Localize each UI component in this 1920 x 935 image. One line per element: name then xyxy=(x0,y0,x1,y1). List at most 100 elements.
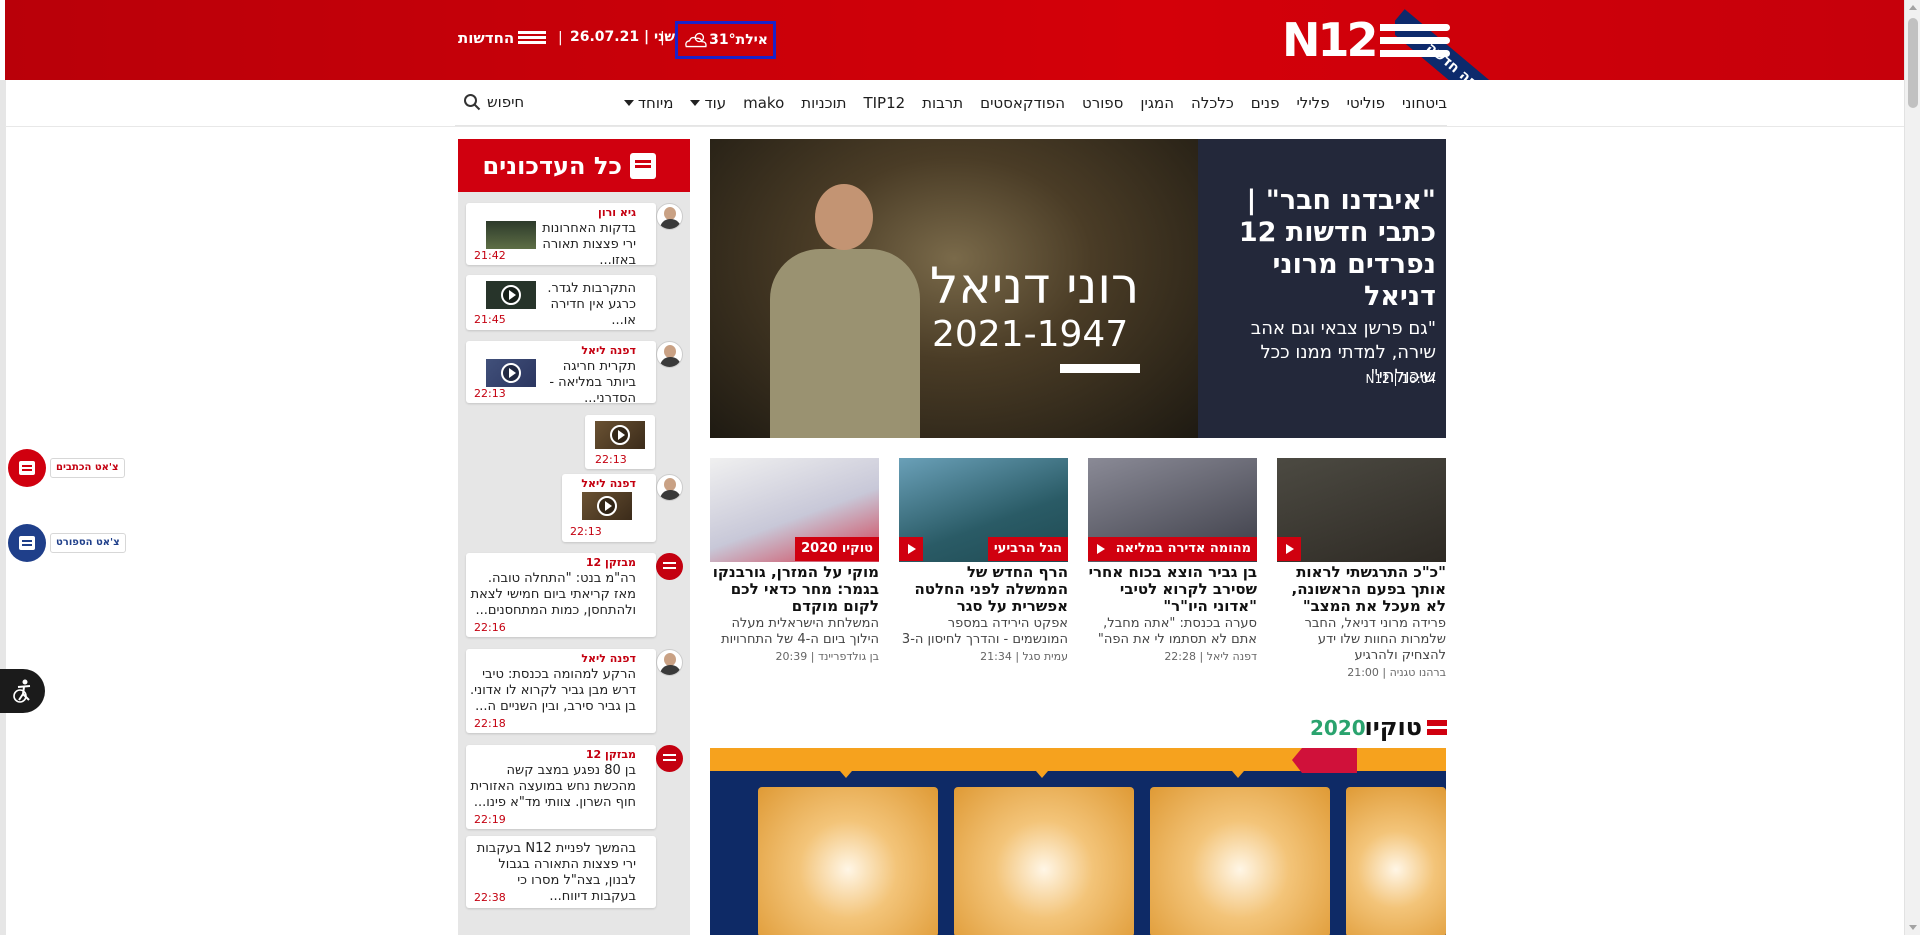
updates-header[interactable]: כל העדכונים xyxy=(458,139,690,192)
article-title[interactable]: מוקי על המזרן, גורבנקו בגמר: מחר כדאי לכ… xyxy=(710,564,879,615)
nav-item[interactable]: כלכלה xyxy=(1191,94,1234,112)
hero-meta: N12 | 16:04 xyxy=(1365,372,1436,386)
nav-special-dropdown[interactable]: מיוחד xyxy=(623,94,673,112)
update-card[interactable]: בהמשך לפניית N12 בעקבות ירי פצצות התאורה… xyxy=(466,836,656,908)
header-separator: | xyxy=(558,30,563,46)
nav-item[interactable]: תוכניות xyxy=(801,94,846,112)
hero-photo-years: 2021-1947 xyxy=(932,314,1129,355)
carousel-tile[interactable] xyxy=(1346,787,1446,935)
nav-item[interactable]: הפודקאסטים xyxy=(980,94,1065,112)
chat-sport-button[interactable]: צ'אט הספורט xyxy=(8,524,126,562)
avatar xyxy=(656,203,683,230)
play-icon xyxy=(501,363,521,383)
article-time: 20:39 xyxy=(775,650,808,663)
carousel-tile[interactable] xyxy=(1150,787,1330,935)
nav-more-dropdown[interactable]: עוד xyxy=(690,94,726,112)
article-tag[interactable]: הגל הרביעי xyxy=(987,537,1068,561)
article-author: ברהנו טגניה xyxy=(1389,666,1446,679)
hero-article[interactable]: רוני דניאל 2021-1947 "איבדנו חבר" | כתבי… xyxy=(710,139,1446,438)
accessibility-button[interactable] xyxy=(0,669,45,713)
update-author: דפנה ליאל xyxy=(581,477,636,490)
update-card[interactable]: מבזקן 12 רה"מ בנט: "התחלה טובה. מאז קריא… xyxy=(466,553,656,637)
news-link[interactable]: החדשות xyxy=(458,29,547,47)
carousel-notch xyxy=(840,771,852,778)
main-nav: ביטחוני פוליטי פלילי פנים כלכלה המגין ספ… xyxy=(455,80,1447,126)
play-icon xyxy=(501,285,521,305)
scrollbar-thumb[interactable] xyxy=(1908,18,1918,108)
weather-widget[interactable]: 31° אילת xyxy=(675,21,776,59)
chevron-down-icon xyxy=(690,99,701,106)
page-left-edge xyxy=(0,80,6,935)
logo-text: N12 xyxy=(1282,13,1379,67)
update-time: 22:38 xyxy=(474,891,506,904)
update-text: תקרית חריגה ביותר במליאה - הסדרני... xyxy=(549,359,636,406)
date-dash: | xyxy=(639,29,650,45)
play-icon xyxy=(610,425,630,445)
updates-title: כל העדכונים xyxy=(482,151,622,180)
tokyo-word: טוקיו xyxy=(1364,713,1422,741)
play-icon xyxy=(1088,537,1112,561)
update-time: 22:19 xyxy=(474,813,506,826)
update-card[interactable]: התקרבות לגדר. כרגע אין חדירה או... 21:45 xyxy=(466,275,656,330)
tokyo-carousel xyxy=(710,748,1446,935)
article-tag[interactable]: טוקיו 2020 xyxy=(795,537,879,561)
carousel-tile[interactable] xyxy=(758,787,938,935)
header-date: שני | 26.07.21 xyxy=(570,29,675,45)
article-author: עמית סגל xyxy=(1022,650,1068,663)
nav-item[interactable]: TIP12 xyxy=(863,94,905,112)
update-text: התקרבות לגדר. כרגע אין חדירה או... xyxy=(547,281,636,328)
article-card[interactable]: "כ"כ התרגשתי לראות אותך בפעם הראשונה, לא… xyxy=(1277,458,1446,688)
article-card[interactable]: הגל הרביעי הרף החדש של הממשלה לפני החלטה… xyxy=(899,458,1068,688)
article-title[interactable]: הרף החדש של הממשלה לפני החלטה אפשרית על … xyxy=(899,564,1068,615)
nav-item[interactable]: פנים xyxy=(1251,94,1280,112)
update-card[interactable]: דפנה ליאל 22:13 xyxy=(562,474,656,542)
update-card[interactable]: דפנה ליאל הרקע למהומה בכנסת: טיבי דרש מב… xyxy=(466,649,656,733)
scroll-down-icon[interactable] xyxy=(1909,925,1917,930)
nav-item[interactable]: mako xyxy=(743,94,784,112)
article-title[interactable]: "כ"כ התרגשתי לראות אותך בפעם הראשונה, לא… xyxy=(1277,564,1446,615)
chevron-down-icon xyxy=(623,99,634,106)
update-text: בן 80 נפגע במצב קשה מהכשת נחש במועצה האז… xyxy=(470,763,636,810)
search-label: חיפוש xyxy=(487,93,525,111)
vertical-scrollbar[interactable] xyxy=(1904,0,1920,935)
update-card[interactable]: גיא ורון בדקות האחרונות ירי פצצות תאורה … xyxy=(466,203,656,268)
update-author: מבזקן 12 xyxy=(585,556,636,569)
update-author: דפנה ליאל xyxy=(581,344,636,357)
update-time: 22:13 xyxy=(474,387,506,400)
hero-title[interactable]: "איבדנו חבר" | כתבי חדשות 12 נפרדים מרונ… xyxy=(1206,185,1436,313)
n12-logo[interactable]: N12 xyxy=(1282,13,1450,67)
article-author: בן גולדפריינד xyxy=(817,650,879,663)
avatar xyxy=(656,341,683,368)
nav-item[interactable]: ביטחוני xyxy=(1402,94,1447,112)
update-time: 21:42 xyxy=(474,249,506,262)
chat-writers-button[interactable]: צ'אט הכתבים xyxy=(8,449,125,487)
nav-item[interactable]: תרבות xyxy=(922,94,963,112)
tokyo-bars-icon xyxy=(1427,720,1447,738)
update-time: 22:16 xyxy=(474,621,506,634)
nav-item[interactable]: פוליטי xyxy=(1347,94,1385,112)
search-button[interactable]: חיפוש xyxy=(463,93,524,111)
article-title[interactable]: בן גביר הוצא בכוח אחרי שסירב לקרוא לטיבי… xyxy=(1088,564,1257,615)
nav-divider xyxy=(5,126,1904,127)
nav-item[interactable]: ספורט xyxy=(1082,94,1123,112)
article-card[interactable]: טוקיו 2020 מוקי על המזרן, גורבנקו בגמר: … xyxy=(710,458,879,688)
update-card[interactable]: 22:13 xyxy=(585,415,655,469)
update-card[interactable]: מבזקן 12 בן 80 נפגע במצב קשה מהכשת נחש ב… xyxy=(466,745,656,829)
nav-item[interactable]: פלילי xyxy=(1296,94,1329,112)
article-summary: פרידה מרוני דניאל, החבר שלמרות החוות שלו… xyxy=(1304,616,1446,663)
update-card[interactable]: דפנה ליאל תקרית חריגה ביותר במליאה - הסד… xyxy=(466,341,656,406)
carousel-tile[interactable] xyxy=(954,787,1134,935)
flash-news-icon xyxy=(656,745,683,772)
update-time: 22:13 xyxy=(570,525,602,538)
hero-photo: רוני דניאל 2021-1947 xyxy=(710,139,1198,438)
article-tag[interactable]: מהומה אדירה במליאה xyxy=(1109,537,1257,561)
hero-photo-name: רוני דניאל xyxy=(930,257,1140,315)
nav-item[interactable]: המגין xyxy=(1140,94,1174,112)
carousel-active-tab[interactable] xyxy=(1292,748,1357,773)
tokyo-2020-logo[interactable]: טוקיו 2020 xyxy=(1310,713,1447,743)
chat-writers-label: צ'אט הכתבים xyxy=(50,458,125,478)
update-text: הרקע למהומה בכנסת: טיבי דרש מבן גביר לקר… xyxy=(470,667,636,714)
article-meta: בן גולדפריינד | 20:39 xyxy=(775,650,879,663)
scroll-up-icon[interactable] xyxy=(1909,5,1917,10)
article-card[interactable]: מהומה אדירה במליאה בן גביר הוצא בכוח אחר… xyxy=(1088,458,1257,688)
